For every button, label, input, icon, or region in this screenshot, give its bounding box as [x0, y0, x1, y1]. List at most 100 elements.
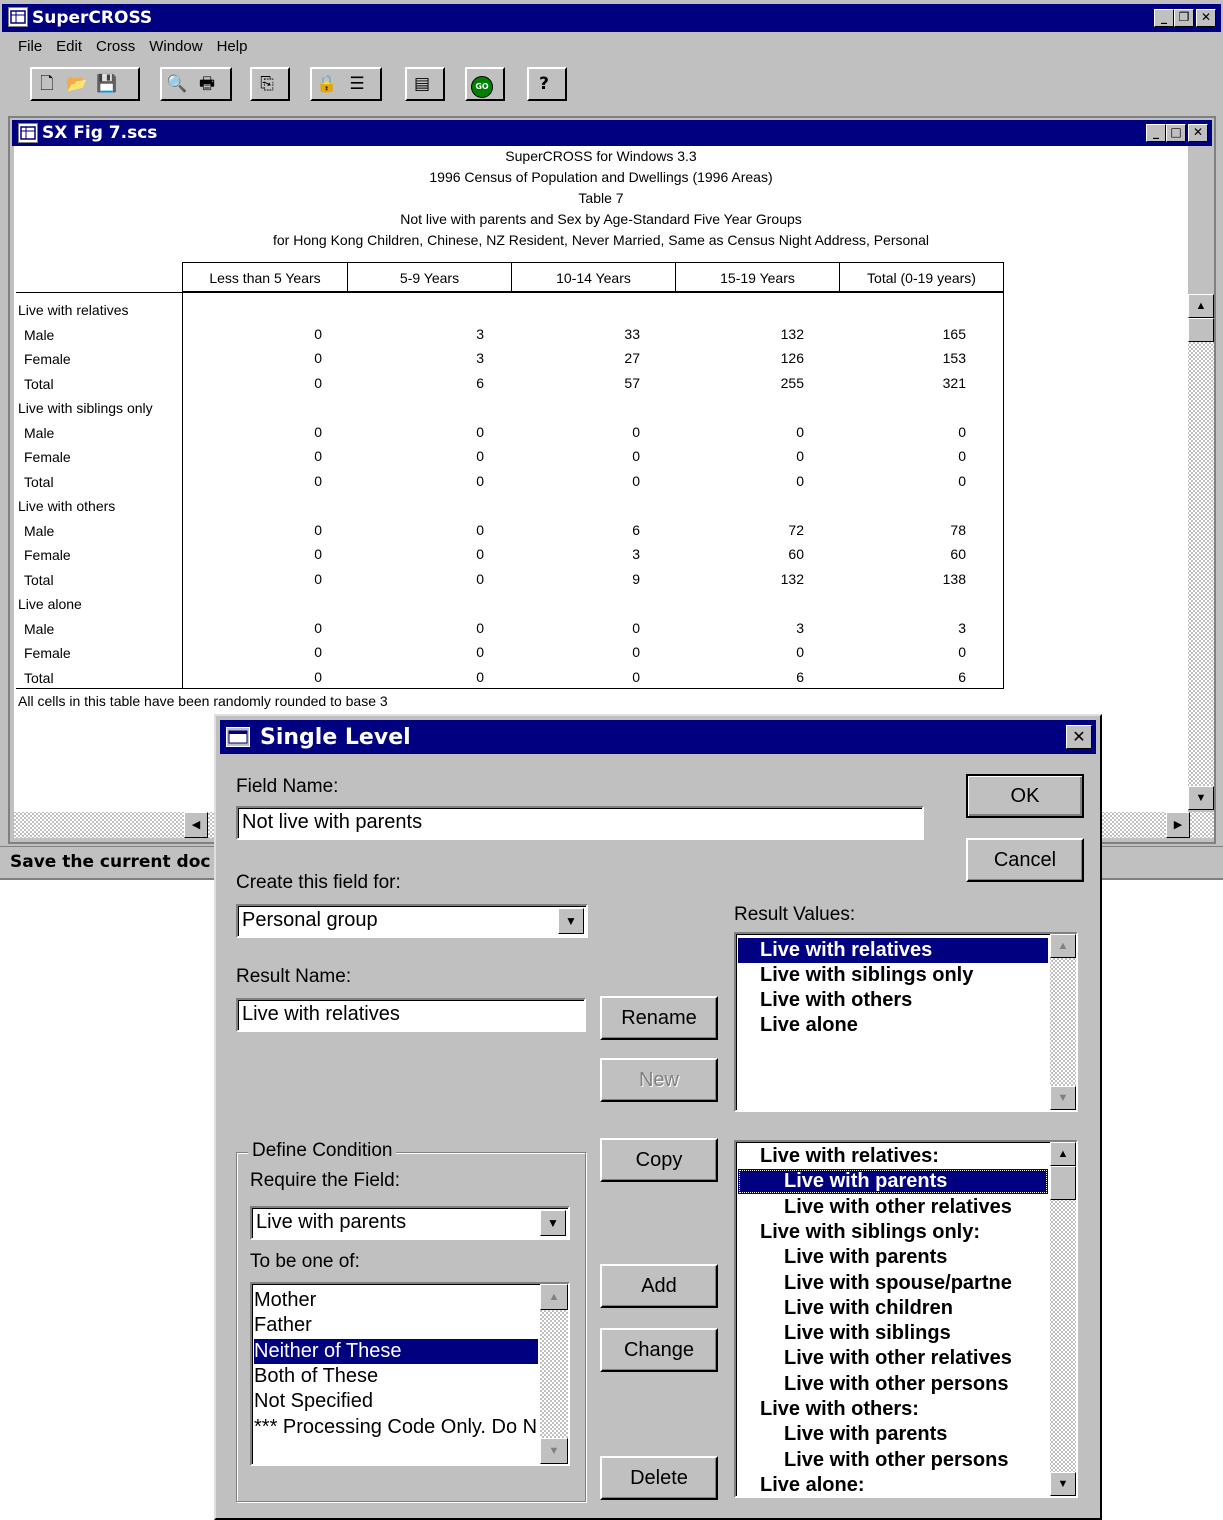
option-item[interactable]: Not Specified: [254, 1389, 538, 1414]
table-cell: 33: [624, 325, 640, 342]
row-label[interactable]: Male: [24, 323, 54, 347]
table-cell: 0: [314, 325, 322, 342]
condition-item[interactable]: Live with parents: [738, 1245, 1048, 1270]
scroll-up-icon[interactable]: ▲: [1050, 934, 1076, 958]
condition-item[interactable]: Live with other relatives: [738, 1346, 1048, 1371]
conditions-list[interactable]: Live with relatives: Live with parents Liv…: [734, 1140, 1078, 1498]
field-name-label: Field Name:: [236, 776, 339, 797]
table-cell: 6: [796, 668, 804, 685]
require-field-select[interactable]: Live with parents ▼: [250, 1206, 570, 1240]
row-label[interactable]: Female: [24, 347, 71, 371]
scroll-thumb[interactable]: [1050, 1166, 1076, 1200]
scroll-left-icon[interactable]: ◀: [184, 812, 208, 838]
result-value-item[interactable]: Live with relatives: [738, 938, 1048, 963]
condition-item[interactable]: Live with children: [738, 1296, 1048, 1321]
dialog-close-icon[interactable]: ✕: [1066, 725, 1092, 749]
row-label[interactable]: Total: [24, 568, 54, 592]
delete-button[interactable]: Delete: [600, 1456, 718, 1500]
scroll-down-icon[interactable]: ▼: [1188, 786, 1214, 810]
result-value-item[interactable]: Live alone: [738, 1013, 1048, 1038]
row-label[interactable]: Female: [24, 543, 71, 567]
option-item[interactable]: *** Processing Code Only. Do N: [254, 1415, 538, 1440]
field-name-input[interactable]: Not live with parents: [236, 806, 924, 840]
result-name-label: Result Name:: [236, 966, 352, 987]
row-label[interactable]: Total: [24, 666, 54, 690]
condition-item[interactable]: Live with other persons: [738, 1448, 1048, 1473]
option-item[interactable]: Father: [254, 1313, 538, 1338]
row-label[interactable]: Total: [24, 470, 54, 494]
add-button[interactable]: Add: [600, 1264, 718, 1308]
scroll-down-icon[interactable]: ▼: [1050, 1472, 1076, 1496]
condition-item[interactable]: Live with other relatives: [738, 1195, 1048, 1220]
scroll-down-icon[interactable]: ▼: [1050, 1086, 1076, 1110]
scroll-down-icon[interactable]: ▼: [540, 1438, 568, 1464]
table-cell: 0: [476, 423, 484, 440]
chevron-down-icon[interactable]: ▼: [540, 1210, 566, 1236]
options-list[interactable]: Mother Father Neither of These Both of Thes…: [250, 1282, 570, 1466]
scroll-up-icon[interactable]: ▲: [540, 1284, 568, 1310]
dialog-titlebar: Single Level ✕: [220, 720, 1096, 754]
scroll-right-icon[interactable]: ▶: [1166, 812, 1190, 838]
require-field-label: Require the Field:: [250, 1170, 400, 1191]
table-cell: 0: [632, 644, 640, 660]
scroll-up-icon[interactable]: ▲: [1050, 1142, 1076, 1166]
table-cell: 0: [314, 546, 322, 562]
table-cell: 0: [314, 350, 322, 366]
table-cell: 78: [950, 521, 966, 538]
table-cell: 60: [950, 546, 966, 562]
row-label[interactable]: Female: [24, 445, 71, 469]
row-group-label[interactable]: Live with siblings only: [18, 396, 153, 420]
copy-button[interactable]: Copy: [600, 1138, 718, 1182]
table-cell: 3: [958, 619, 966, 636]
table-cell: 0: [476, 644, 484, 660]
cancel-button[interactable]: Cancel: [966, 838, 1084, 882]
result-values-vscroll[interactable]: [1050, 934, 1076, 1110]
table-cell: 0: [314, 521, 322, 538]
row-group-label[interactable]: Live with relatives: [18, 298, 129, 322]
option-item[interactable]: Both of These: [254, 1364, 538, 1389]
condition-item[interactable]: Live with parents: [738, 1169, 1048, 1195]
row-label[interactable]: Male: [24, 519, 54, 543]
row-label[interactable]: Male: [24, 421, 54, 445]
condition-item[interactable]: Live alone:: [738, 1473, 1048, 1496]
condition-item[interactable]: Live with siblings only:: [738, 1220, 1048, 1245]
row-label[interactable]: Total: [24, 372, 54, 396]
table-cell: 0: [958, 423, 966, 440]
ok-button[interactable]: OK: [966, 774, 1084, 818]
option-item[interactable]: Neither of These: [254, 1338, 538, 1364]
condition-item[interactable]: Live with relatives:: [738, 1144, 1048, 1169]
table-cell: 0: [476, 619, 484, 636]
scroll-thumb[interactable]: [1188, 318, 1214, 342]
condition-item[interactable]: Live with other persons: [738, 1372, 1048, 1397]
chevron-down-icon[interactable]: ▼: [558, 908, 584, 934]
table-cell: 72: [788, 521, 804, 538]
table-cell: 0: [314, 472, 322, 489]
result-name-input[interactable]: Live with relatives: [236, 998, 586, 1032]
status-text: Save the current doc: [10, 852, 211, 872]
condition-item[interactable]: Live with parents: [738, 1422, 1048, 1447]
condition-item[interactable]: Live with spouse/partne: [738, 1271, 1048, 1296]
table-cell: 60: [788, 546, 804, 562]
result-value-item[interactable]: Live with others: [738, 988, 1048, 1013]
row-label[interactable]: Male: [24, 617, 54, 641]
table-cell: 0: [958, 644, 966, 660]
change-button[interactable]: Change: [600, 1328, 718, 1372]
row-group-label[interactable]: Live with others: [18, 494, 115, 518]
table-cell: 0: [314, 644, 322, 660]
table-cell: 0: [476, 448, 484, 464]
single-level-dialog: Single Level ✕ Field Name: Not live with…: [214, 714, 1102, 1520]
row-group-label[interactable]: Live alone: [18, 592, 82, 616]
scroll-up-icon[interactable]: ▲: [1188, 294, 1214, 318]
option-item[interactable]: Mother: [254, 1288, 538, 1313]
options-vscroll[interactable]: [540, 1284, 568, 1464]
result-values-list[interactable]: Live with relatives Live with siblings on…: [734, 932, 1078, 1112]
condition-item[interactable]: Live with siblings: [738, 1321, 1048, 1346]
condition-item[interactable]: Live with others:: [738, 1397, 1048, 1422]
to-be-one-of-label: To be one of:: [250, 1251, 360, 1272]
document-vscroll[interactable]: [1188, 294, 1214, 810]
create-for-select[interactable]: Personal group ▼: [236, 904, 588, 938]
new-button[interactable]: New: [600, 1058, 718, 1102]
row-label[interactable]: Female: [24, 641, 71, 665]
rename-button[interactable]: Rename: [600, 996, 718, 1040]
result-value-item[interactable]: Live with siblings only: [738, 963, 1048, 988]
